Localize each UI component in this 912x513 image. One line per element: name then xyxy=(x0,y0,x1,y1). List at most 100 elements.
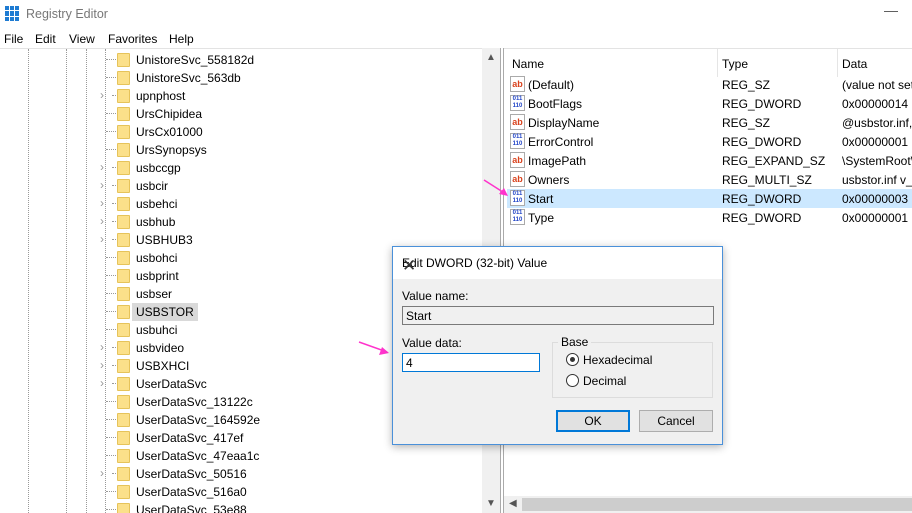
value-name: ImagePath xyxy=(528,154,587,168)
tree-item[interactable]: UserDataSvc_47eaa1c xyxy=(0,447,482,465)
chevron-right-icon[interactable]: › xyxy=(100,358,104,372)
value-data: 0x00000003 (3) xyxy=(842,192,912,206)
value-data: \SystemRoot\ xyxy=(842,154,912,168)
menu-file[interactable]: File xyxy=(4,32,23,46)
chevron-right-icon[interactable]: › xyxy=(100,160,104,174)
chevron-right-icon[interactable]: › xyxy=(100,466,104,480)
folder-icon xyxy=(117,431,130,445)
hexadecimal-label[interactable]: Hexadecimal xyxy=(583,353,652,367)
value-row[interactable]: ab DisplayName REG_SZ @usbstor.inf, xyxy=(504,113,912,132)
binary-value-icon: 011 110 xyxy=(510,95,525,111)
string-value-icon: ab xyxy=(510,76,525,92)
chevron-right-icon[interactable]: › xyxy=(100,214,104,228)
folder-icon xyxy=(117,179,130,193)
scroll-thumb[interactable] xyxy=(522,498,912,511)
tree-item-label: UrsSynopsys xyxy=(136,143,207,157)
folder-icon xyxy=(117,305,130,319)
title-bar: Registry Editor — xyxy=(0,0,912,30)
cancel-button[interactable]: Cancel xyxy=(639,410,713,432)
binary-value-icon: 011 110 xyxy=(510,133,525,149)
menu-edit[interactable]: Edit xyxy=(35,32,56,46)
folder-icon xyxy=(117,485,130,499)
value-row[interactable]: ab (Default) REG_SZ (value not set) xyxy=(504,75,912,94)
chevron-right-icon[interactable]: › xyxy=(100,196,104,210)
value-name: (Default) xyxy=(528,78,575,92)
tree-item-label: UrsChipidea xyxy=(136,107,203,121)
tree-item-label: UserDataSvc_47eaa1c xyxy=(136,449,260,463)
folder-icon xyxy=(117,53,130,67)
scroll-up-icon[interactable]: ▲ xyxy=(486,52,496,63)
tree-item-label: UserDataSvc xyxy=(136,377,207,391)
column-data[interactable]: Data xyxy=(842,57,867,71)
folder-icon xyxy=(117,503,130,513)
folder-icon xyxy=(117,395,130,409)
value-data: usbstor.inf v_ xyxy=(842,173,912,187)
scroll-down-icon[interactable]: ▼ xyxy=(486,498,496,509)
value-data: 0x00000014 (20) xyxy=(842,97,912,111)
chevron-right-icon[interactable]: › xyxy=(100,232,104,246)
folder-icon xyxy=(117,107,130,121)
value-name: ErrorControl xyxy=(528,135,594,149)
tree-item-label: UserDataSvc_50516 xyxy=(136,467,247,481)
value-row[interactable]: ab ImagePath REG_EXPAND_SZ \SystemRoot\ xyxy=(504,151,912,170)
menu-help[interactable]: Help xyxy=(169,32,194,46)
hexadecimal-radio[interactable] xyxy=(566,353,579,366)
folder-icon xyxy=(117,449,130,463)
column-name[interactable]: Name xyxy=(512,57,544,71)
value-name: Start xyxy=(528,192,554,206)
decimal-label[interactable]: Decimal xyxy=(583,374,626,388)
binary-value-icon: 011 110 xyxy=(510,209,525,225)
value-type: REG_SZ xyxy=(722,78,771,92)
tree-item[interactable]: UserDataSvc_53e88 xyxy=(0,501,482,513)
close-icon[interactable]: ✕ xyxy=(402,256,712,276)
menu-bar: File Edit View Favorites Help xyxy=(0,30,912,48)
folder-icon xyxy=(117,215,130,229)
menu-view[interactable]: View xyxy=(69,32,95,46)
tree-item-label: usbccgp xyxy=(136,161,181,175)
tree-item[interactable]: › usbccgp xyxy=(0,159,482,177)
ok-button[interactable]: OK xyxy=(556,410,630,432)
list-horizontal-scrollbar[interactable]: ◀ xyxy=(504,496,912,513)
chevron-right-icon[interactable]: › xyxy=(100,376,104,390)
folder-icon xyxy=(117,467,130,481)
value-row[interactable]: 011110Start REG_DWORD 0x00000003 (3) xyxy=(507,189,912,208)
minimize-button[interactable]: — xyxy=(884,2,898,18)
tree-item[interactable]: UrsChipidea xyxy=(0,105,482,123)
dialog-title-bar: Edit DWORD (32-bit) Value ✕ xyxy=(393,247,722,279)
tree-item[interactable]: › UserDataSvc_50516 xyxy=(0,465,482,483)
tree-item[interactable]: UnistoreSvc_558182d xyxy=(0,51,482,69)
scroll-left-icon[interactable]: ◀ xyxy=(509,498,517,509)
tree-item-label: UnistoreSvc_558182d xyxy=(136,53,255,67)
window-title: Registry Editor xyxy=(26,7,108,21)
tree-item[interactable]: UserDataSvc_516a0 xyxy=(0,483,482,501)
folder-icon xyxy=(117,71,130,85)
tree-item[interactable]: › upnphost xyxy=(0,87,482,105)
tree-item[interactable]: › usbhub xyxy=(0,213,482,231)
tree-item[interactable]: UrsCx01000 xyxy=(0,123,482,141)
menu-favorites[interactable]: Favorites xyxy=(108,32,157,46)
tree-item[interactable]: UrsSynopsys xyxy=(0,141,482,159)
tree-item-label: UrsCx01000 xyxy=(136,125,203,139)
tree-item[interactable]: UnistoreSvc_563db xyxy=(0,69,482,87)
base-label: Base xyxy=(558,335,592,349)
tree-item-label: UserDataSvc_53e88 xyxy=(136,503,247,513)
tree-item-label: usbohci xyxy=(136,251,178,265)
edit-dword-dialog: Edit DWORD (32-bit) Value ✕ Value name: … xyxy=(392,246,723,445)
value-data-input[interactable]: 4 xyxy=(402,353,540,372)
chevron-right-icon[interactable]: › xyxy=(100,88,104,102)
value-row[interactable]: 011110ErrorControl REG_DWORD 0x00000001 (1… xyxy=(504,132,912,151)
tree-item[interactable]: › usbehci xyxy=(0,195,482,213)
folder-icon xyxy=(117,359,130,373)
chevron-right-icon[interactable]: › xyxy=(100,340,104,354)
column-type[interactable]: Type xyxy=(722,57,748,71)
value-name: DisplayName xyxy=(528,116,600,130)
value-type: REG_SZ xyxy=(722,116,771,130)
tree-item[interactable]: › usbcir xyxy=(0,177,482,195)
tree-item-label: usbhub xyxy=(136,215,176,229)
chevron-right-icon[interactable]: › xyxy=(100,178,104,192)
tree-item-label: usbvideo xyxy=(136,341,185,355)
value-row[interactable]: 011110Type REG_DWORD 0x00000001 (1) xyxy=(504,208,912,227)
decimal-radio[interactable] xyxy=(566,374,579,387)
value-row[interactable]: 011110BootFlags REG_DWORD 0x00000014 (20) xyxy=(504,94,912,113)
value-row[interactable]: ab Owners REG_MULTI_SZ usbstor.inf v_ xyxy=(504,170,912,189)
